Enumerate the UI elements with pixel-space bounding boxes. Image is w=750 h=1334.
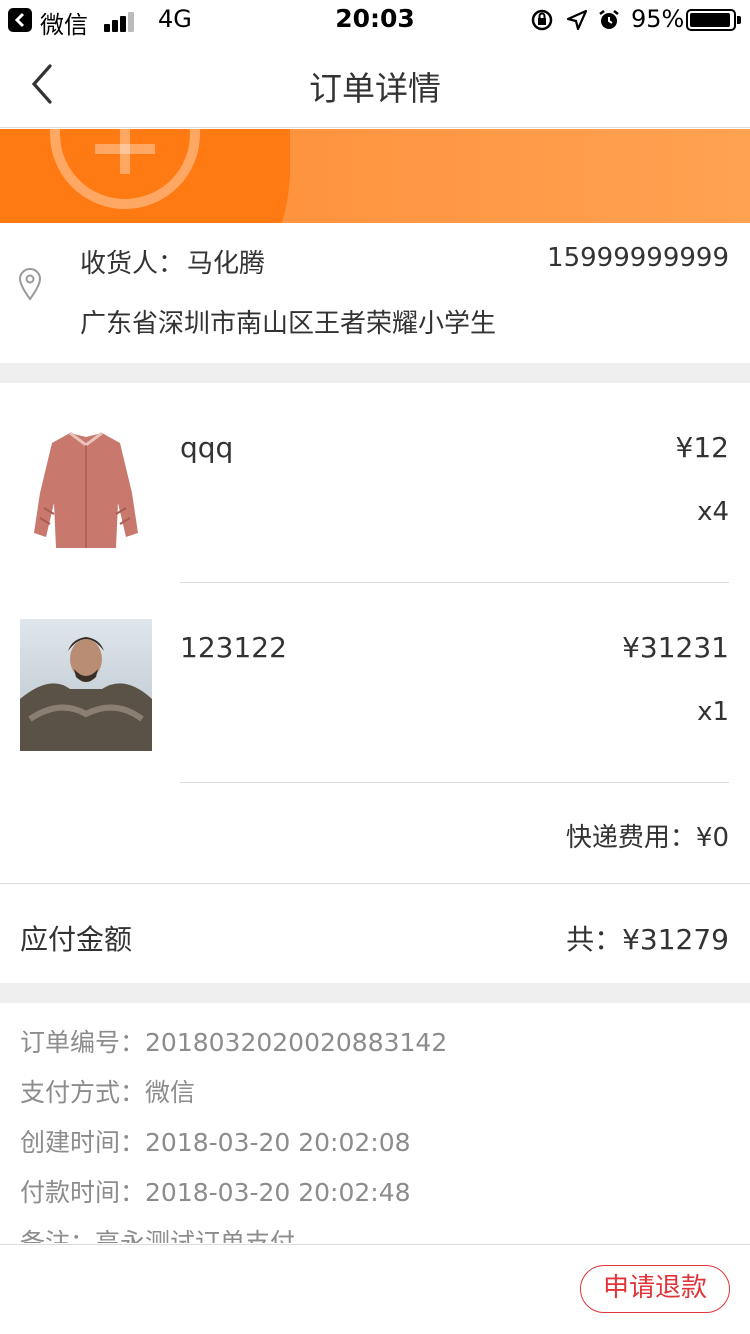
product-image-blouse xyxy=(20,423,152,555)
page-title: 订单详情 xyxy=(309,69,441,108)
divider xyxy=(0,363,750,383)
rotation-lock-icon xyxy=(531,9,553,31)
bottom-action-bar: 申请退款 xyxy=(0,1244,750,1334)
total-row: 应付金额 共：¥31279 xyxy=(0,883,750,983)
status-bar: 微信 4G 20:03 95% xyxy=(0,0,750,40)
location-arrow-icon xyxy=(566,9,588,31)
created-time-row: 创建时间：2018-03-20 20:02:08 xyxy=(20,1123,411,1159)
divider xyxy=(0,983,750,1003)
item-divider xyxy=(180,782,729,783)
remark-value: 高永测试订单支付 xyxy=(95,1228,296,1243)
paid-time-label: 付款时间： xyxy=(20,1178,146,1207)
list-item[interactable]: qqq ¥12 x4 xyxy=(0,383,750,583)
address-detail: 广东省深圳市南山区王者荣耀小学生 xyxy=(80,309,497,339)
location-pin-icon xyxy=(18,268,42,301)
recipient-name: 马化腾 xyxy=(187,249,266,279)
product-price: ¥31231 xyxy=(622,631,729,664)
payment-method-label: 支付方式： xyxy=(20,1078,146,1107)
nav-bar: 订单详情 xyxy=(0,40,750,128)
battery-percent: 95% xyxy=(631,5,685,33)
alarm-icon xyxy=(599,10,619,29)
total-label: 应付金额 xyxy=(20,923,133,956)
list-item[interactable]: 123122 ¥31231 x1 xyxy=(0,583,750,783)
product-quantity: x4 xyxy=(697,497,729,527)
status-banner xyxy=(0,129,750,223)
paid-time-row: 付款时间：2018-03-20 20:02:48 xyxy=(20,1173,411,1209)
battery-icon xyxy=(686,9,741,31)
product-image-portrait xyxy=(20,619,152,751)
remark-row: 备注：高永测试订单支付 xyxy=(20,1223,295,1243)
order-number-label: 订单编号： xyxy=(20,1028,146,1057)
order-number-value: 2018032020020883142 xyxy=(145,1028,448,1057)
created-time-label: 创建时间： xyxy=(20,1128,146,1157)
created-time-value: 2018-03-20 20:02:08 xyxy=(145,1128,411,1157)
remark-label: 备注： xyxy=(20,1228,96,1243)
refund-button[interactable]: 申请退款 xyxy=(580,1265,730,1313)
product-name: qqq xyxy=(180,431,234,464)
shipping-address: 收货人： 马化腾 15999999999 广东省深圳市南山区王者荣耀小学生 xyxy=(0,223,750,363)
shipping-fee: 快递费用：¥0 xyxy=(565,823,729,853)
product-name: 123122 xyxy=(180,631,287,664)
order-info: 订单编号：2018032020020883142 支付方式：微信 创建时间：20… xyxy=(0,1003,750,1243)
total-value: 共：¥31279 xyxy=(566,923,729,956)
payment-method-value: 微信 xyxy=(145,1078,196,1107)
paid-time-value: 2018-03-20 20:02:48 xyxy=(145,1178,411,1207)
payment-method-row: 支付方式：微信 xyxy=(20,1073,195,1109)
product-list: qqq ¥12 x4 123122 ¥31231 x1 快递费用：¥0 xyxy=(0,383,750,883)
order-number-row: 订单编号：2018032020020883142 xyxy=(20,1023,447,1059)
recipient-phone: 15999999999 xyxy=(547,243,729,273)
recipient-label: 收货人： xyxy=(80,249,185,279)
product-quantity: x1 xyxy=(697,697,729,727)
product-price: ¥12 xyxy=(675,431,729,464)
